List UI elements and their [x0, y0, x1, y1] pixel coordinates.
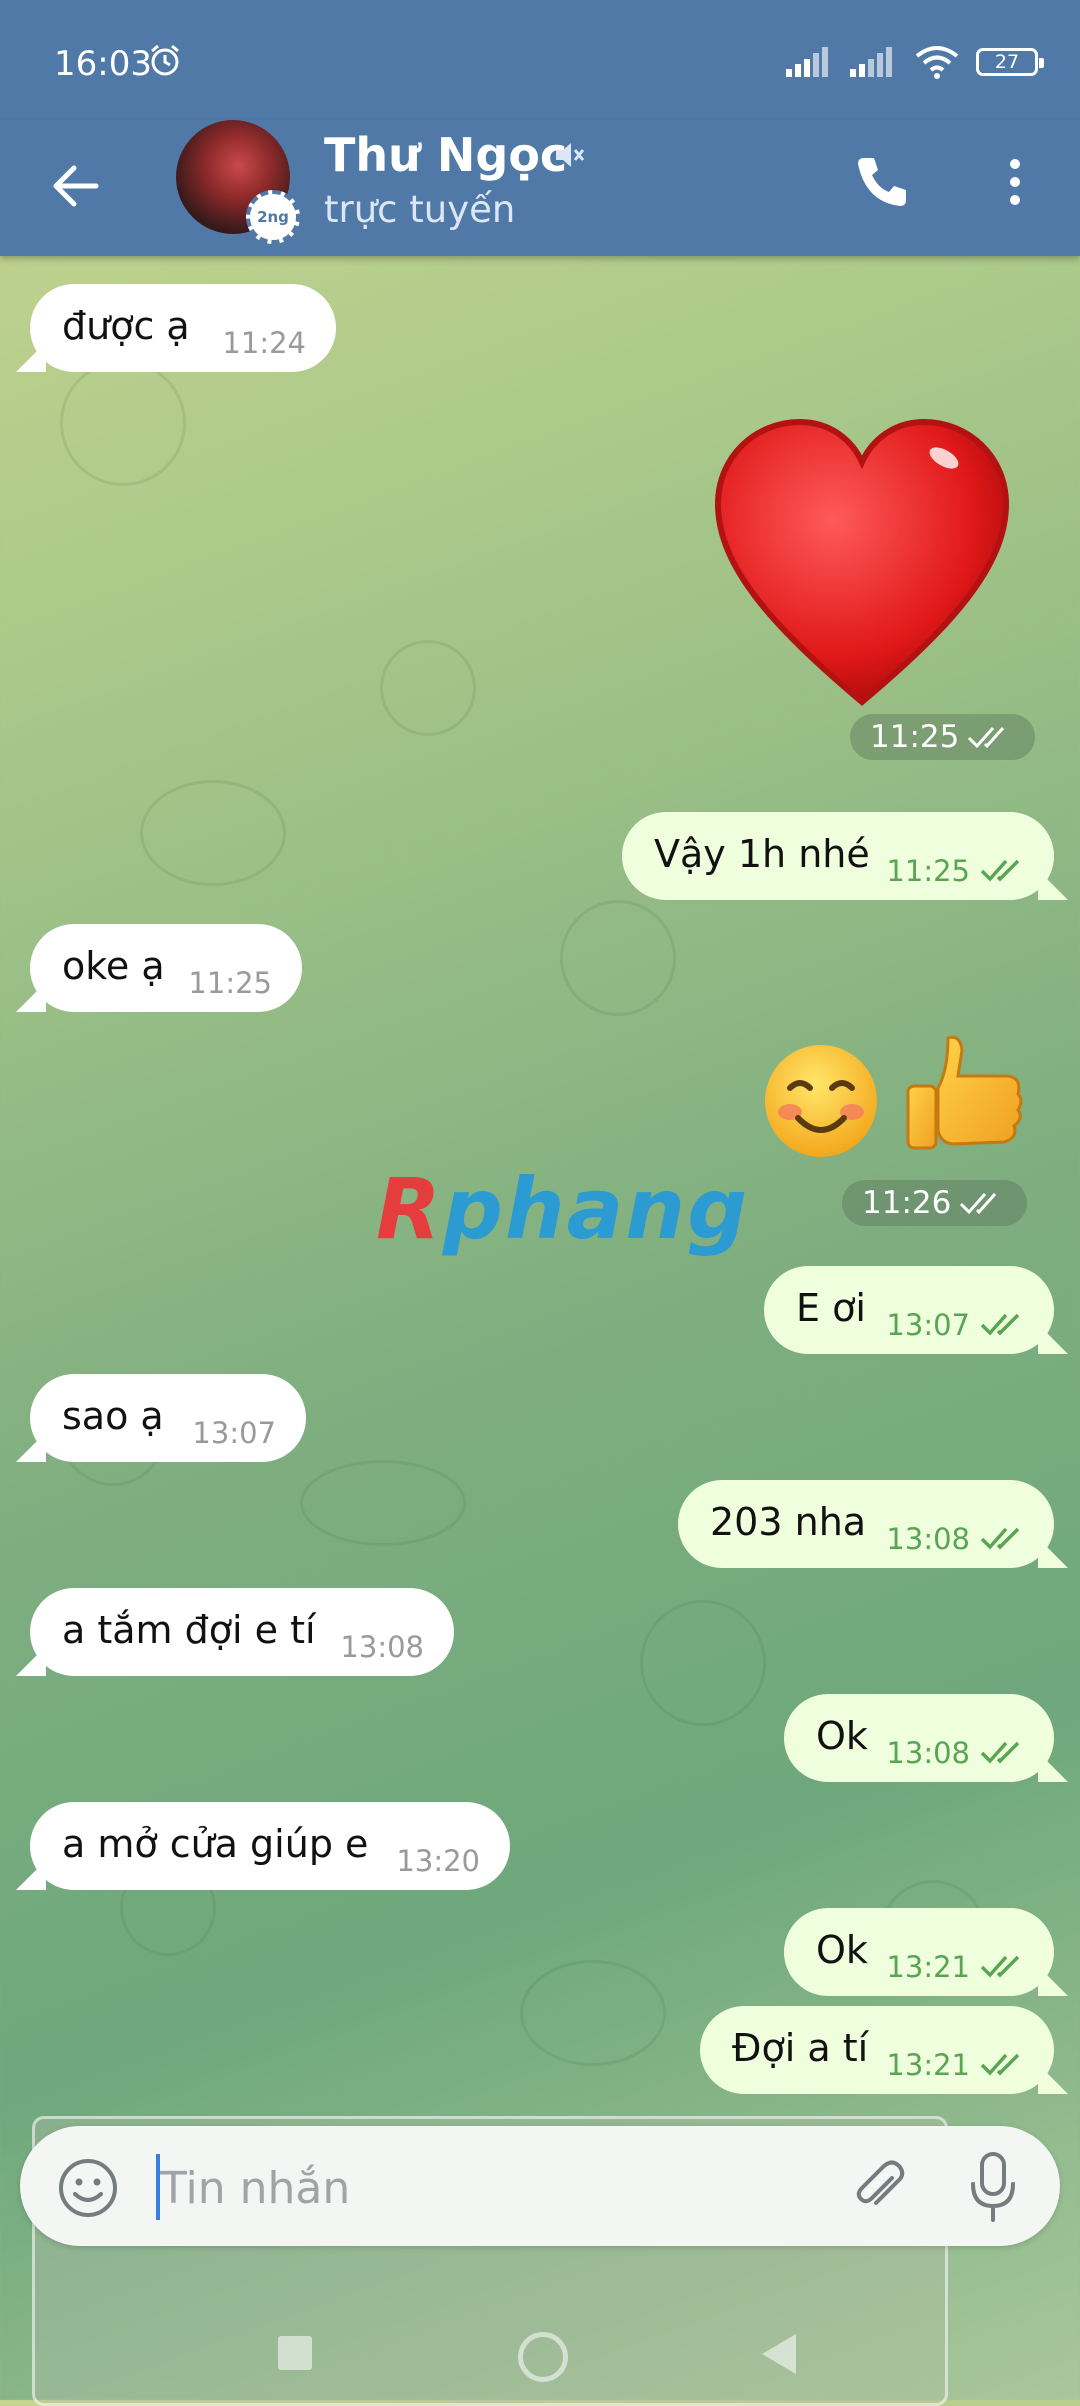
message-time: 13:08: [886, 1522, 970, 1556]
recents-button[interactable]: [278, 2336, 312, 2370]
message-text: sao ạ: [62, 1394, 164, 1438]
alarm-icon: [151, 44, 179, 76]
outgoing-message[interactable]: E ơi 13:07: [764, 1266, 1054, 1354]
more-options-icon[interactable]: [1000, 150, 1030, 214]
contact-name[interactable]: Thư Ngọc: [324, 128, 567, 182]
message-text: Đợi a tí: [732, 2026, 869, 2070]
thumbs-up-emoji[interactable]: [900, 1030, 1030, 1160]
message-text: oke ạ: [62, 944, 165, 988]
wallpaper-doodle: [300, 1460, 466, 1546]
home-button[interactable]: [518, 2332, 568, 2382]
message-composer: [20, 2126, 1060, 2246]
emoji-time-pill: 11:26: [842, 1180, 1028, 1226]
incoming-message[interactable]: a mở cửa giúp e 13:20: [30, 1802, 510, 1890]
wallpaper-doodle: [60, 360, 186, 486]
incoming-message[interactable]: oke ạ 11:25: [30, 924, 302, 1012]
wifi-icon: [915, 46, 959, 79]
double-check-icon: [980, 1527, 1020, 1550]
message-time: 13:21: [886, 1950, 970, 1984]
microphone-icon[interactable]: [968, 2150, 1018, 2224]
watermark-logo: Rphang: [376, 1160, 749, 1258]
message-text: a tắm đợi e tí: [62, 1608, 316, 1652]
message-time: 13:07: [192, 1416, 276, 1450]
outgoing-message[interactable]: Vậy 1h nhé 11:25: [622, 812, 1054, 900]
paperclip-icon[interactable]: [848, 2156, 910, 2218]
double-check-icon: [968, 727, 1005, 749]
message-text: 203 nha: [710, 1500, 867, 1544]
message-time: 11:25: [188, 966, 272, 1000]
battery-icon: 27: [976, 48, 1044, 76]
message-time: 13:08: [340, 1630, 424, 1664]
chat-header: 2ng Thư Ngọc trực tuyến: [0, 120, 1080, 256]
battery-level: 27: [994, 51, 1020, 73]
message-text: được ạ: [62, 304, 190, 348]
back-arrow-icon[interactable]: [46, 156, 106, 216]
message-time: 11:25: [870, 719, 960, 755]
wallpaper-doodle: [560, 900, 676, 1016]
message-text: Ok: [816, 1714, 868, 1758]
incoming-message[interactable]: được ạ 11:24: [30, 284, 336, 372]
smiling-face-emoji[interactable]: [760, 1040, 882, 1162]
story-badge[interactable]: 2ng: [246, 190, 300, 244]
wallpaper-doodle: [380, 640, 476, 736]
message-text: Vậy 1h nhé: [654, 832, 870, 876]
incoming-message[interactable]: sao ạ 13:07: [30, 1374, 306, 1462]
message-text: Ok: [816, 1928, 868, 1972]
status-bar: 16:03 27: [0, 0, 1080, 120]
watermark-letter: R: [376, 1160, 443, 1258]
message-text: E ơi: [796, 1286, 866, 1330]
wallpaper-doodle: [140, 780, 286, 886]
outgoing-message[interactable]: Ok 13:21: [784, 1908, 1054, 1996]
message-time: 11:26: [862, 1185, 952, 1221]
message-time: 11:24: [222, 326, 306, 360]
mute-icon: [556, 143, 585, 167]
message-time: 11:25: [886, 854, 970, 888]
emoji-icon[interactable]: [56, 2156, 120, 2220]
signal-icon: [850, 47, 892, 77]
incoming-message[interactable]: a tắm đợi e tí 13:08: [30, 1588, 454, 1676]
outgoing-message[interactable]: 203 nha 13:08: [678, 1480, 1054, 1568]
message-time: 13:08: [886, 1736, 970, 1770]
heart-sticker[interactable]: [712, 416, 1012, 716]
double-check-icon: [960, 1193, 997, 1215]
watermark-text: phang: [442, 1160, 750, 1258]
wallpaper-doodle: [520, 1960, 666, 2066]
outgoing-message[interactable]: Ok 13:08: [784, 1694, 1054, 1782]
message-time: 13:07: [886, 1308, 970, 1342]
system-nav-bar: [0, 2246, 1080, 2400]
message-text: a mở cửa giúp e: [62, 1822, 369, 1866]
double-check-icon: [980, 1955, 1020, 1978]
outgoing-message[interactable]: Đợi a tí 13:21: [700, 2006, 1054, 2094]
nav-back-button[interactable]: [762, 2334, 796, 2374]
signal-icon: [786, 47, 828, 77]
message-time: 13:21: [886, 2048, 970, 2082]
phone-call-icon[interactable]: [850, 150, 914, 214]
wallpaper-doodle: [640, 1600, 766, 1726]
message-time: 13:20: [396, 1844, 480, 1878]
double-check-icon: [980, 859, 1020, 882]
contact-status: trực tuyến: [324, 188, 516, 231]
status-time: 16:03: [54, 44, 152, 84]
message-input[interactable]: [158, 2154, 842, 2222]
double-check-icon: [980, 1741, 1020, 1764]
sticker-time-pill: 11:25: [850, 714, 1036, 760]
double-check-icon: [980, 1313, 1020, 1336]
status-icons: 27: [786, 44, 1044, 80]
double-check-icon: [980, 2053, 1020, 2076]
